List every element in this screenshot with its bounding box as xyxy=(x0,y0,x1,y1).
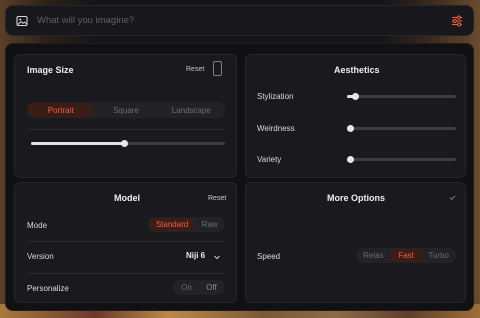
mode-label: Mode xyxy=(27,221,48,230)
image-size-slider[interactable] xyxy=(31,140,225,147)
speed-relax[interactable]: Relax xyxy=(357,249,390,262)
speed-turbo[interactable]: Turbo xyxy=(422,249,455,262)
variety-slider-handle[interactable] xyxy=(347,156,354,163)
orientation-portrait[interactable]: Portrait xyxy=(28,103,94,117)
model-divider-1 xyxy=(27,241,225,242)
chevron-down-icon[interactable] xyxy=(213,253,221,261)
sliders-tune-icon[interactable] xyxy=(451,15,463,27)
speed-fast[interactable]: Fast xyxy=(389,249,423,262)
image-size-slider-fill xyxy=(31,142,125,145)
portrait-ratio-icon xyxy=(213,61,222,76)
image-size-card: Image Size Reset Portrait Square Landsca… xyxy=(14,54,237,178)
image-size-slider-handle[interactable] xyxy=(120,140,128,147)
prompt-bar xyxy=(5,5,474,36)
weirdness-label: Weirdness xyxy=(257,124,295,133)
personalize-label: Personalize xyxy=(27,284,69,293)
stylization-slider[interactable] xyxy=(347,93,456,100)
orientation-landscape[interactable]: Landscape xyxy=(159,103,224,117)
version-label: Version xyxy=(27,252,54,261)
speed-selector: Relax Fast Turbo xyxy=(356,248,456,263)
variety-slider[interactable] xyxy=(347,156,456,163)
version-dropdown[interactable]: Niji 6 xyxy=(186,251,205,260)
weirdness-slider[interactable] xyxy=(347,125,456,132)
weirdness-slider-handle[interactable] xyxy=(347,125,354,132)
aesthetics-title: Aesthetics xyxy=(334,65,380,75)
personalize-on[interactable]: On xyxy=(174,281,199,294)
orientation-square[interactable]: Square xyxy=(93,103,158,117)
image-icon[interactable] xyxy=(16,15,28,27)
speed-label: Speed xyxy=(257,252,281,261)
model-divider-2 xyxy=(27,273,225,274)
image-size-reset-button[interactable]: Reset xyxy=(186,66,204,73)
variety-label: Variety xyxy=(257,155,282,164)
personalize-toggle: On Off xyxy=(173,280,225,295)
settings-panel: Image Size Reset Portrait Square Landsca… xyxy=(5,43,474,311)
image-size-title: Image Size xyxy=(27,65,74,75)
model-reset-button[interactable]: Reset xyxy=(208,195,226,202)
prompt-input[interactable] xyxy=(37,15,451,26)
personalize-off[interactable]: Off xyxy=(199,281,224,294)
aesthetics-card: Aesthetics Stylization Weirdness Variety xyxy=(245,54,466,178)
mode-standard[interactable]: Standard xyxy=(149,218,196,231)
mode-raw[interactable]: Raw xyxy=(195,218,224,231)
stylization-label: Stylization xyxy=(257,92,294,101)
mode-selector: Standard Raw xyxy=(148,217,225,232)
more-options-card: More Options Speed Relax Fast Turbo xyxy=(245,182,466,303)
model-card: Model Reset Mode Standard Raw Version Ni… xyxy=(14,182,237,303)
checkmark-icon[interactable] xyxy=(449,194,456,203)
model-title: Model xyxy=(114,193,140,203)
orientation-selector: Portrait Square Landscape xyxy=(27,102,225,118)
more-options-title: More Options xyxy=(327,193,385,203)
stylization-slider-handle[interactable] xyxy=(352,93,360,100)
image-size-divider xyxy=(27,129,225,130)
